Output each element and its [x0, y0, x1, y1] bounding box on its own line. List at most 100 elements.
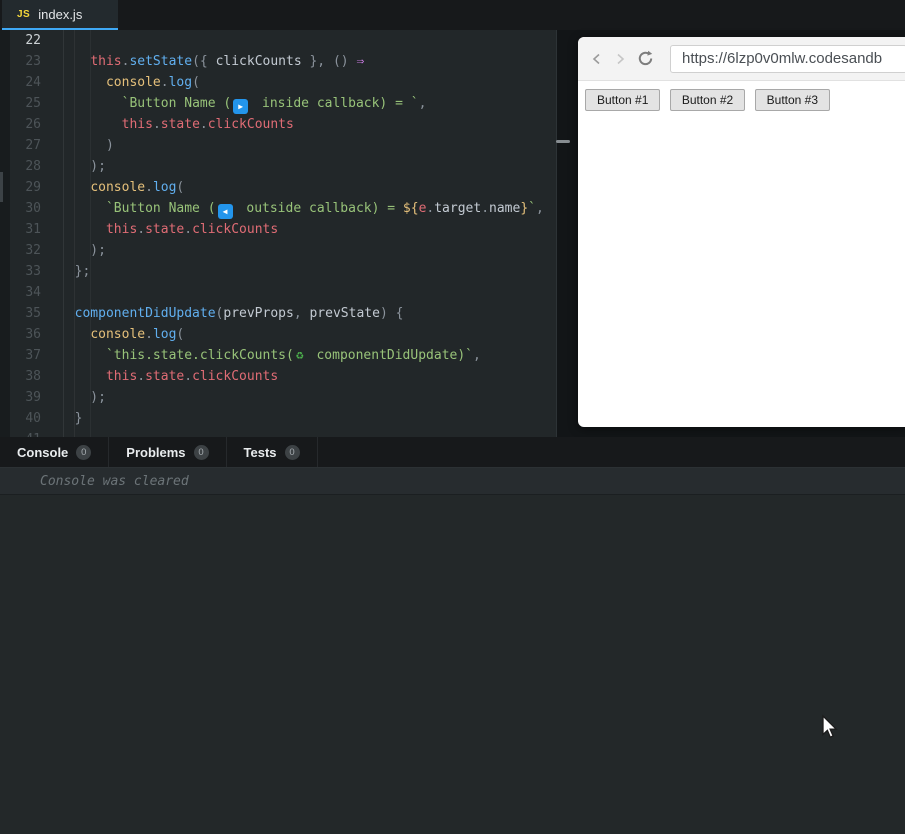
code-line-row[interactable]: 27 ) — [10, 135, 556, 156]
code-token: target — [434, 201, 481, 216]
code-line-row[interactable]: 35 componentDidUpdate(prevProps, prevSta… — [10, 303, 556, 324]
console-output-area[interactable] — [0, 495, 905, 834]
code-token: console — [106, 75, 161, 90]
code-token: . — [137, 222, 145, 237]
code-line: `Button Name (▶ inside callback) = `, — [41, 93, 426, 114]
tab-tests[interactable]: Tests 0 — [227, 437, 318, 467]
code-token: , — [419, 96, 427, 111]
code-line-row[interactable]: 39 ); — [10, 387, 556, 408]
tab-problems-label: Problems — [126, 445, 185, 460]
code-line-row[interactable]: 31 this.state.clickCounts — [10, 219, 556, 240]
code-line: } — [41, 408, 82, 429]
code-token: componentDidUpdate)` — [309, 348, 473, 363]
tab-label: index.js — [38, 7, 82, 22]
code-token: state — [145, 369, 184, 384]
code-token — [59, 306, 75, 321]
code-token: prevProps — [223, 306, 293, 321]
code-line-row[interactable]: 26 this.state.clickCounts — [10, 114, 556, 135]
code-token: ({ — [192, 54, 215, 69]
line-number: 33 — [10, 261, 41, 282]
url-input[interactable] — [670, 45, 905, 73]
indent-guide — [74, 30, 75, 437]
code-line-row[interactable]: 24 console.log( — [10, 72, 556, 93]
code-line-row[interactable]: 34 — [10, 282, 556, 303]
code-token: state — [161, 117, 200, 132]
code-line-row[interactable]: 41 — [10, 429, 556, 437]
code-token: ); — [59, 243, 106, 258]
code-line: `Button Name (◀ outside callback) = ${e.… — [41, 198, 544, 219]
line-number: 24 — [10, 72, 41, 93]
code-line-row[interactable]: 38 this.state.clickCounts — [10, 366, 556, 387]
preview-button-3[interactable]: Button #3 — [755, 89, 830, 111]
line-number: 31 — [10, 219, 41, 240]
code-token: . — [184, 222, 192, 237]
line-number: 38 — [10, 366, 41, 387]
code-line-row[interactable]: 37 `this.state.clickCounts(♻ componentDi… — [10, 345, 556, 366]
tab-tests-label: Tests — [244, 445, 277, 460]
code-line-row[interactable]: 32 ); — [10, 240, 556, 261]
chevron-left-icon — [590, 52, 604, 66]
code-line-row[interactable]: 36 console.log( — [10, 324, 556, 345]
code-line-row[interactable]: 29 console.log( — [10, 177, 556, 198]
code-token: , — [473, 348, 481, 363]
code-line — [41, 282, 59, 303]
browser-preview: Button #1 Button #2 Button #3 — [578, 37, 905, 427]
code-token: this — [106, 222, 137, 237]
scrollbar-thumb[interactable] — [0, 172, 3, 202]
code-line: this.state.clickCounts — [41, 219, 278, 240]
code-line: console.log( — [41, 72, 200, 93]
refresh-icon — [636, 49, 655, 68]
preview-button-2[interactable]: Button #2 — [670, 89, 745, 111]
code-line — [41, 429, 59, 437]
tests-count-badge: 0 — [285, 445, 300, 460]
tab-index-js[interactable]: JS index.js — [2, 0, 118, 30]
code-line-row[interactable]: 23 this.setState({ clickCounts }, () ⇒ — [10, 51, 556, 72]
code-line-row[interactable]: 30 `Button Name (◀ outside callback) = $… — [10, 198, 556, 219]
code-line-row[interactable]: 40 } — [10, 408, 556, 429]
code-token: clickCounts — [192, 222, 278, 237]
forward-button[interactable] — [613, 52, 627, 66]
code-token: ); — [59, 159, 106, 174]
line-number: 41 — [10, 429, 41, 437]
editor-left-gutter-strip — [0, 30, 10, 437]
play-button-emoji: ▶ — [233, 99, 248, 114]
code-line-row[interactable]: 33 }; — [10, 261, 556, 282]
code-token: . — [161, 75, 169, 90]
code-token: , — [294, 306, 310, 321]
code-line-row[interactable]: 22 — [10, 30, 556, 51]
code-editor[interactable]: 2223 this.setState({ clickCounts }, () ⇒… — [10, 30, 557, 437]
gutter-separator — [63, 30, 64, 437]
line-number: 40 — [10, 408, 41, 429]
code-line: }; — [41, 261, 90, 282]
code-token — [59, 75, 106, 90]
code-token: }, () — [302, 54, 357, 69]
reverse-button-emoji: ◀ — [218, 204, 233, 219]
code-line: componentDidUpdate(prevProps, prevState)… — [41, 303, 403, 324]
code-token: . — [145, 327, 153, 342]
console-count-badge: 0 — [76, 445, 91, 460]
preview-button-1[interactable]: Button #1 — [585, 89, 660, 111]
line-number: 37 — [10, 345, 41, 366]
tab-problems[interactable]: Problems 0 — [109, 437, 226, 467]
code-token: ); — [59, 390, 106, 405]
tab-console[interactable]: Console 0 — [0, 437, 109, 467]
back-button[interactable] — [590, 52, 604, 66]
code-token: . — [137, 369, 145, 384]
code-token — [59, 222, 106, 237]
code-token: outside callback) = — [239, 201, 403, 216]
line-number: 23 — [10, 51, 41, 72]
code-token: `Button Name ( — [122, 96, 232, 111]
panel-resize-handle[interactable] — [556, 140, 570, 143]
refresh-button[interactable] — [636, 49, 655, 68]
line-number: 29 — [10, 177, 41, 198]
code-line-row[interactable]: 25 `Button Name (▶ inside callback) = `, — [10, 93, 556, 114]
code-token: prevState — [309, 306, 379, 321]
code-token: this — [122, 117, 153, 132]
javascript-icon: JS — [17, 9, 30, 20]
code-token: ) { — [380, 306, 403, 321]
code-token: clickCounts — [208, 117, 294, 132]
code-token: ( — [176, 327, 184, 342]
preview-content: Button #1 Button #2 Button #3 — [578, 81, 905, 111]
line-number: 25 — [10, 93, 41, 114]
code-line-row[interactable]: 28 ); — [10, 156, 556, 177]
